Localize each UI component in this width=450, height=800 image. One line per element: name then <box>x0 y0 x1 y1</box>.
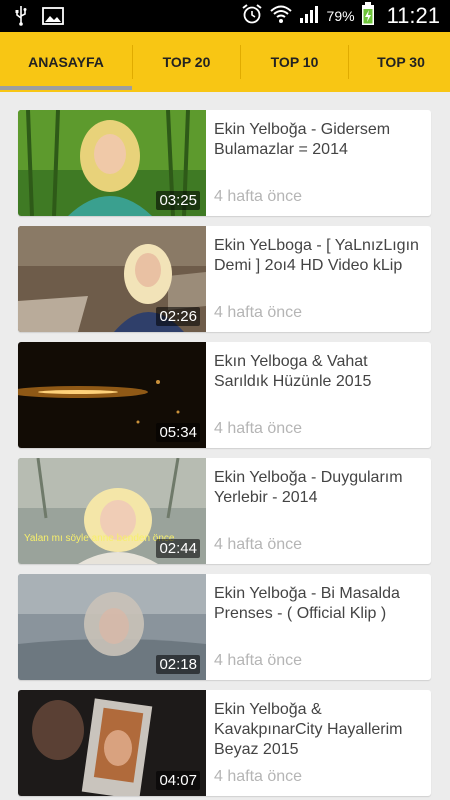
video-thumbnail[interactable]: 05:34 <box>18 342 206 448</box>
image-icon <box>42 7 64 29</box>
tab-top-30[interactable]: TOP 30 <box>349 32 450 92</box>
status-bar: 79% 11:21 <box>0 0 450 32</box>
video-title[interactable]: Ekin Yelboğa - Gidersem Bulamazlar = 201… <box>214 120 426 160</box>
video-duration: 02:18 <box>156 655 200 674</box>
tab-selected-indicator <box>0 86 132 90</box>
wifi-icon <box>269 4 293 28</box>
battery-percent: 79% <box>326 8 355 24</box>
video-title[interactable]: Ekin YeLboga - [ YaLnızLıgın Demi ] 2oı4… <box>214 236 426 276</box>
video-thumbnail[interactable]: Yalan mı söyle anne benden önce 02:44 <box>18 458 206 564</box>
video-age: 4 hafta önce <box>214 420 303 437</box>
tab-top-20[interactable]: TOP 20 <box>133 32 240 92</box>
video-item[interactable]: 05:34 Ekın Yelboga & Vahat Sarıldık Hüzü… <box>18 342 431 448</box>
video-title[interactable]: Ekin Yelboğa - Bi Masalda Prenses - ( Of… <box>214 584 426 624</box>
video-duration: 02:44 <box>156 539 200 558</box>
video-item[interactable]: Yalan mı söyle anne benden önce 02:44 Ek… <box>18 458 431 564</box>
video-item[interactable]: 04:07 Ekin Yelboğa & KavakpınarCity Haya… <box>18 690 431 796</box>
video-duration: 03:25 <box>156 191 200 210</box>
video-duration: 02:26 <box>156 307 200 326</box>
video-item[interactable]: 02:18 Ekin Yelboğa - Bi Masalda Prenses … <box>18 574 431 680</box>
video-title[interactable]: Ekın Yelboga & Vahat Sarıldık Hüzünle 20… <box>214 352 426 392</box>
video-age: 4 hafta önce <box>214 304 303 321</box>
video-thumbnail[interactable]: 04:07 <box>18 690 206 796</box>
battery-charging-icon <box>361 2 375 30</box>
signal-icon <box>299 4 321 28</box>
video-thumbnail[interactable]: 03:25 <box>18 110 206 216</box>
video-title[interactable]: Ekin Yelboğa - Duygularım Yerlebir - 201… <box>214 468 426 508</box>
alarm-icon <box>241 3 263 29</box>
video-item[interactable]: 02:26 Ekin YeLboga - [ YaLnızLıgın Demi … <box>18 226 431 332</box>
video-thumbnail[interactable]: 02:26 <box>18 226 206 332</box>
video-duration: 04:07 <box>156 771 200 790</box>
video-item[interactable]: 03:25 Ekin Yelboğa - Gidersem Bulamazlar… <box>18 110 431 216</box>
video-age: 4 hafta önce <box>214 652 303 669</box>
video-age: 4 hafta önce <box>214 768 303 785</box>
usb-icon <box>14 6 28 30</box>
clock: 11:21 <box>386 3 440 28</box>
video-duration: 05:34 <box>156 423 200 442</box>
video-caption-overlay: Yalan mı söyle anne benden önce <box>24 533 175 544</box>
video-age: 4 hafta önce <box>214 536 303 553</box>
tab-bar: ANASAYFA TOP 20 TOP 10 TOP 30 <box>0 32 450 92</box>
video-thumbnail[interactable]: 02:18 <box>18 574 206 680</box>
video-title[interactable]: Ekin Yelboğa & KavakpınarCity Hayallerim… <box>214 700 426 760</box>
tab-anasayfa[interactable]: ANASAYFA <box>0 32 132 92</box>
tab-top-10[interactable]: TOP 10 <box>241 32 348 92</box>
video-age: 4 hafta önce <box>214 188 303 205</box>
